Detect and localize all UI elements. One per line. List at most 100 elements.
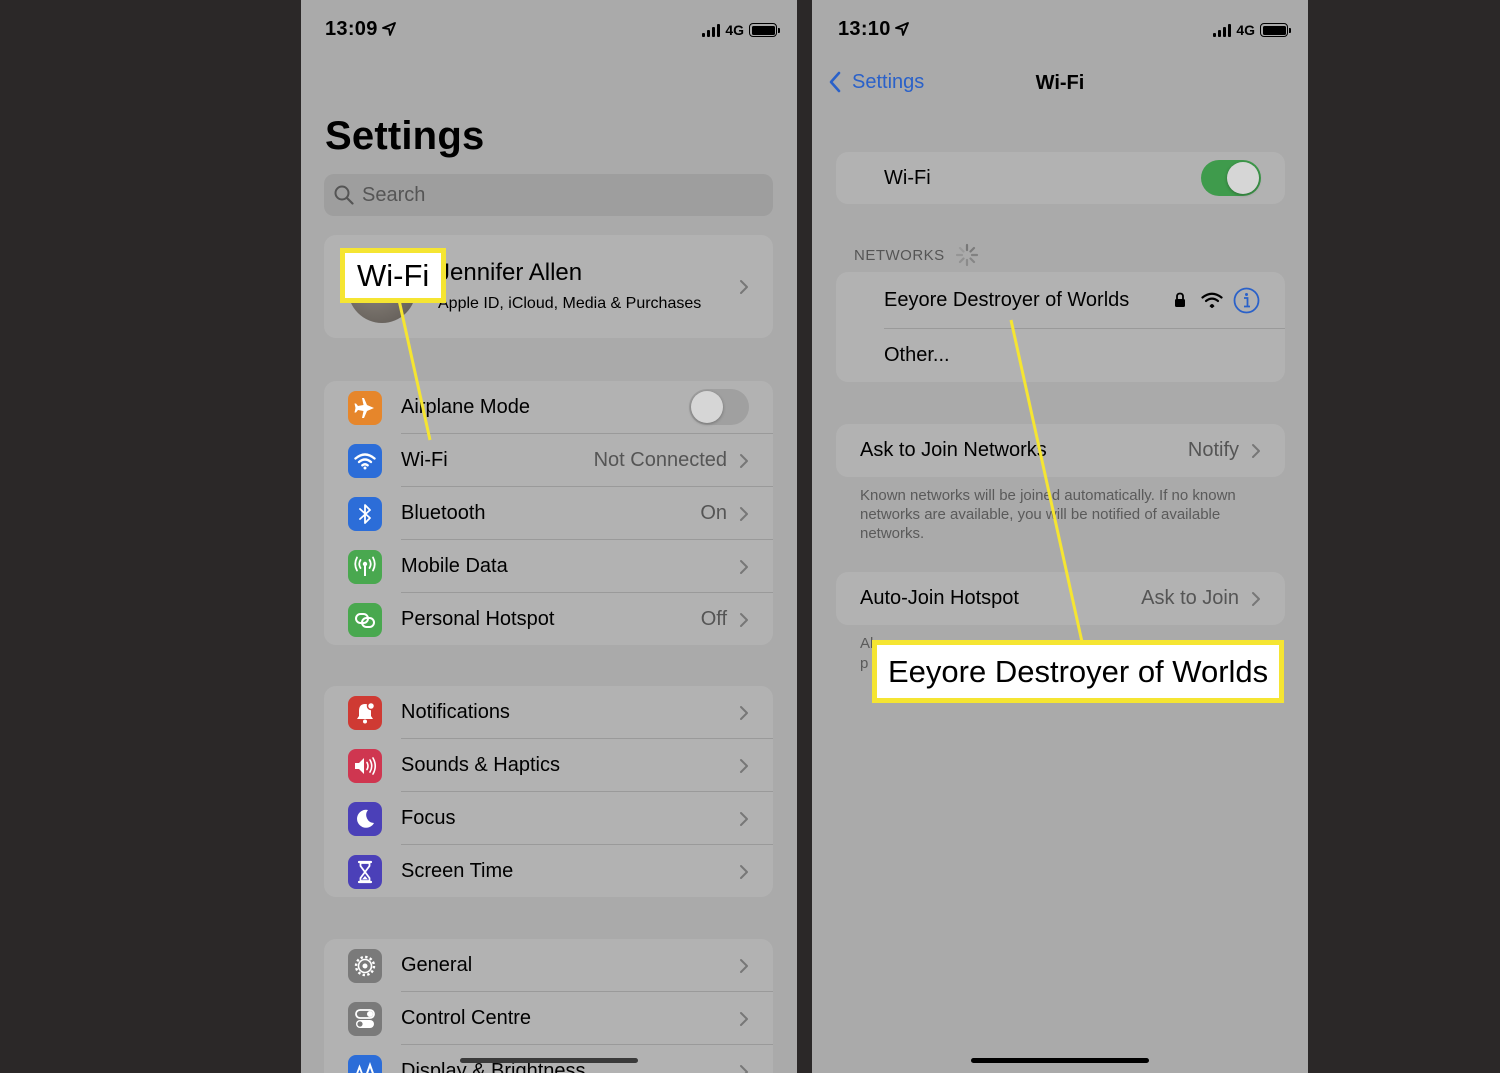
row-control-centre[interactable]: Control Centre bbox=[324, 992, 773, 1045]
row-label: Wi-Fi bbox=[884, 167, 931, 189]
row-label: Focus bbox=[401, 807, 456, 829]
network-callout: Eeyore Destroyer of Worlds bbox=[872, 640, 1285, 703]
network-row-other[interactable]: Other... bbox=[836, 329, 1285, 382]
chevron-right-icon bbox=[740, 759, 748, 773]
row-airplane-mode: Airplane Mode bbox=[324, 381, 773, 434]
airplane-icon bbox=[348, 391, 382, 425]
status-bar: 13:09 4G bbox=[301, 18, 797, 44]
lock-icon bbox=[1175, 292, 1185, 307]
row-label: Control Centre bbox=[401, 1007, 532, 1029]
network-name: Eeyore Destroyer of Worlds bbox=[884, 289, 1130, 311]
networks-card: Eeyore Destroyer of Worlds Other... bbox=[836, 272, 1285, 382]
row-wifi[interactable]: Wi-Fi Not Connected bbox=[324, 434, 773, 487]
search-placeholder: Search bbox=[362, 183, 426, 206]
signal-icon bbox=[702, 23, 721, 37]
networks-header: NETWORKS bbox=[854, 243, 979, 267]
antenna-icon bbox=[348, 550, 382, 584]
network-type: 4G bbox=[1236, 22, 1255, 38]
status-time: 13:09 bbox=[325, 18, 396, 41]
chevron-right-icon bbox=[740, 280, 748, 294]
hourglass-icon bbox=[348, 855, 382, 889]
row-label: Airplane Mode bbox=[401, 396, 530, 418]
chain-link-icon bbox=[348, 603, 382, 637]
connectivity-group: Airplane Mode Wi-Fi Not Connected Blueto… bbox=[324, 381, 773, 645]
status-bar: 13:10 4G bbox=[812, 18, 1308, 44]
text-size-icon bbox=[348, 1055, 382, 1073]
chevron-right-icon bbox=[740, 1065, 748, 1073]
network-row[interactable]: Eeyore Destroyer of Worlds bbox=[836, 272, 1285, 329]
row-value: Notify bbox=[1187, 439, 1239, 461]
wifi-toggle[interactable] bbox=[1201, 160, 1261, 196]
row-personal-hotspot[interactable]: Personal Hotspot Off bbox=[324, 593, 773, 646]
chevron-right-icon bbox=[740, 454, 748, 468]
row-label: Auto-Join Hotspot bbox=[860, 587, 1019, 609]
ask-join-footnote: Known networks will be joined automatica… bbox=[860, 487, 1236, 542]
networks-header-label: NETWORKS bbox=[854, 246, 945, 264]
chevron-right-icon bbox=[740, 1012, 748, 1026]
speaker-icon bbox=[348, 749, 382, 783]
airplane-mode-toggle[interactable] bbox=[689, 389, 749, 425]
network-name: Other... bbox=[884, 344, 950, 366]
row-ask-to-join[interactable]: Ask to Join Networks Notify bbox=[836, 424, 1285, 477]
status-time: 13:10 bbox=[838, 18, 909, 41]
wifi-callout: Wi-Fi bbox=[340, 248, 447, 303]
row-value: Not Connected bbox=[593, 449, 727, 471]
chevron-right-icon bbox=[740, 865, 748, 879]
search-icon bbox=[334, 185, 354, 205]
chevron-right-icon bbox=[740, 613, 748, 627]
row-wifi-toggle: Wi-Fi bbox=[836, 152, 1285, 205]
signal-icon bbox=[1213, 23, 1232, 37]
wifi-screen: 13:10 4G Settings Wi-Fi Wi-Fi NETWORKS E… bbox=[812, 0, 1308, 1073]
row-label: Ask to Join Networks bbox=[860, 439, 1047, 461]
moon-icon bbox=[348, 802, 382, 836]
chevron-right-icon bbox=[1252, 444, 1260, 458]
notifications-group: Notifications Sounds & Haptics Focus Scr… bbox=[324, 686, 773, 897]
row-label: Mobile Data bbox=[401, 555, 508, 577]
search-field[interactable]: Search bbox=[324, 174, 773, 216]
nav-title: Wi-Fi bbox=[1035, 72, 1085, 94]
bluetooth-icon bbox=[348, 497, 382, 531]
network-type: 4G bbox=[725, 22, 744, 38]
chevron-right-icon bbox=[740, 812, 748, 826]
row-label: Notifications bbox=[401, 701, 510, 723]
wifi-signal-icon bbox=[1201, 292, 1223, 308]
row-auto-join-hotspot[interactable]: Auto-Join Hotspot Ask to Join bbox=[836, 572, 1285, 625]
gear-icon bbox=[348, 949, 382, 983]
row-label: Screen Time bbox=[401, 860, 514, 882]
page-title: Settings bbox=[325, 114, 485, 158]
location-icon bbox=[894, 22, 909, 36]
row-mobile-data[interactable]: Mobile Data bbox=[324, 540, 773, 593]
row-notifications[interactable]: Notifications bbox=[324, 686, 773, 739]
row-label: General bbox=[401, 954, 473, 976]
auto-join-card: Auto-Join Hotspot Ask to Join bbox=[836, 572, 1285, 625]
location-icon bbox=[381, 22, 396, 36]
chevron-right-icon bbox=[740, 959, 748, 973]
row-screen-time[interactable]: Screen Time bbox=[324, 845, 773, 898]
row-label: Wi-Fi bbox=[401, 449, 448, 471]
chevron-right-icon bbox=[740, 507, 748, 521]
profile-name: Jennifer Allen bbox=[438, 259, 583, 286]
chevron-right-icon bbox=[740, 706, 748, 720]
loading-spinner-icon bbox=[955, 243, 978, 267]
general-group: General Control Centre Display & Brightn… bbox=[324, 939, 773, 1073]
wifi-icon bbox=[348, 444, 382, 478]
row-focus[interactable]: Focus bbox=[324, 792, 773, 845]
row-value: On bbox=[700, 502, 727, 524]
home-indicator bbox=[460, 1058, 638, 1063]
row-label: Personal Hotspot bbox=[401, 608, 555, 630]
row-value: Ask to Join bbox=[1141, 587, 1239, 609]
battery-icon bbox=[749, 23, 780, 37]
row-bluetooth[interactable]: Bluetooth On bbox=[324, 487, 773, 540]
chevron-right-icon bbox=[1252, 592, 1260, 606]
row-sounds-haptics[interactable]: Sounds & Haptics bbox=[324, 739, 773, 792]
ask-join-card: Ask to Join Networks Notify bbox=[836, 424, 1285, 477]
home-indicator bbox=[971, 1058, 1149, 1063]
settings-screen: 13:09 4G Settings Search Jennifer Allen … bbox=[301, 0, 797, 1073]
row-value: Off bbox=[700, 608, 727, 630]
row-label: Bluetooth bbox=[401, 502, 486, 524]
row-general[interactable]: General bbox=[324, 939, 773, 992]
bell-icon bbox=[348, 696, 382, 730]
info-icon[interactable] bbox=[1233, 287, 1260, 314]
switches-icon bbox=[348, 1002, 382, 1036]
battery-icon bbox=[1260, 23, 1291, 37]
